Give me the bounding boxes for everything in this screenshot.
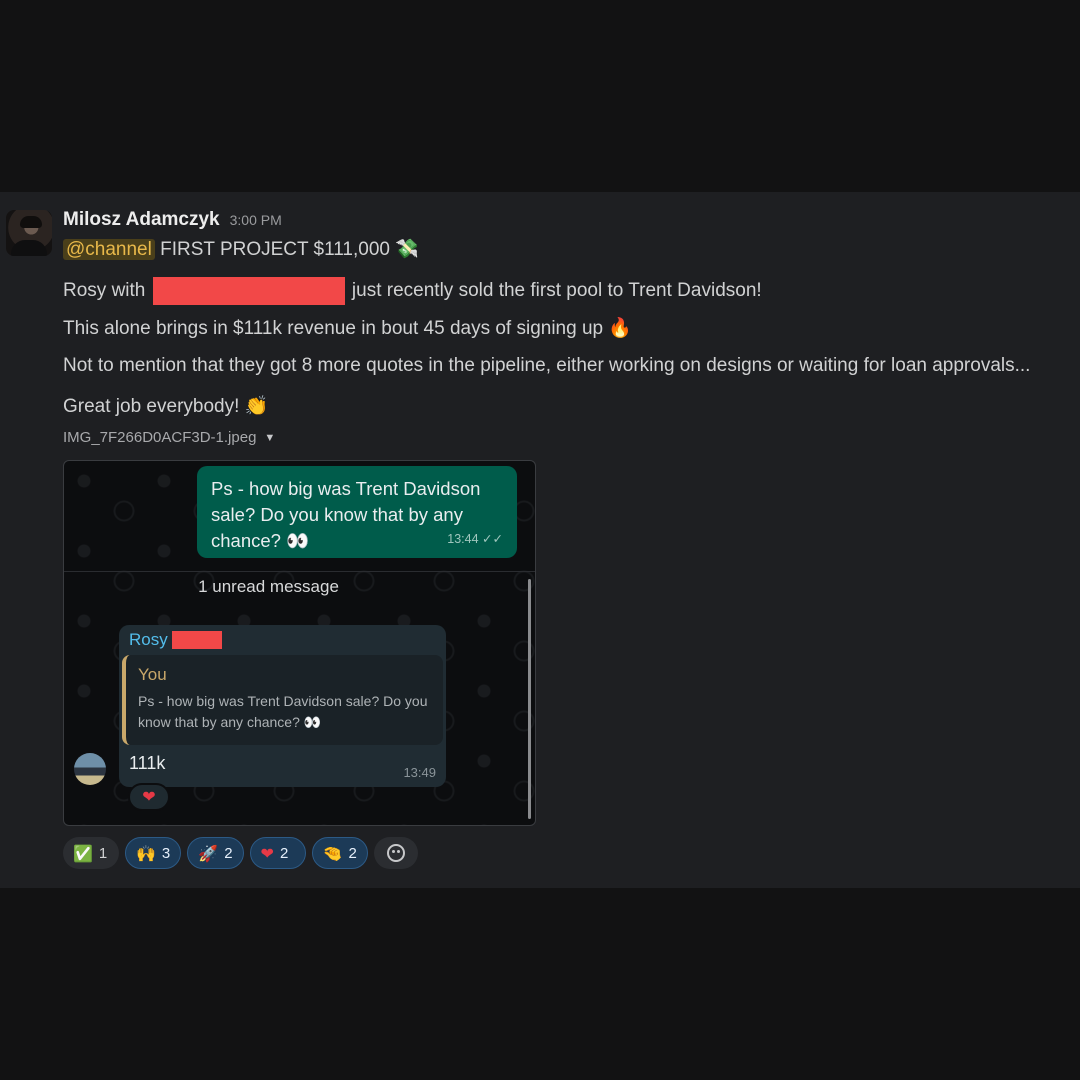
unread-banner: 1 unread message: [198, 577, 339, 596]
reaction-check[interactable]: ✅ 1: [63, 837, 119, 869]
message-line-4: Not to mention that they got 8 more quot…: [63, 355, 1030, 377]
chevron-down-icon[interactable]: ▼: [264, 432, 275, 444]
outgoing-time-text: 13:44: [447, 532, 479, 546]
add-reaction-button[interactable]: [373, 837, 418, 869]
reaction-count: 1: [98, 844, 108, 862]
reply-time: 13:49: [403, 765, 436, 780]
chat-divider: [64, 571, 535, 572]
redaction-bar: [152, 277, 345, 305]
incoming-chat-bubble: Rosy You Ps - how big was Trent Davidson…: [119, 625, 446, 787]
rocket-icon: 🚀: [198, 843, 219, 863]
attachment-filename[interactable]: IMG_7F266D0ACF3D-1.jpeg: [63, 429, 256, 446]
channel-mention[interactable]: @channel: [63, 239, 155, 260]
line5-text: Great job everybody!: [63, 396, 240, 417]
bottom-letterbox: [0, 888, 1080, 1080]
heart-icon: ❤: [260, 843, 274, 863]
sender-name: Rosy: [129, 630, 222, 650]
reaction-count: 3: [161, 844, 171, 862]
message-timestamp[interactable]: 3:00 PM: [230, 212, 282, 228]
quoted-message-box: You Ps - how big was Trent Davidson sale…: [122, 655, 443, 745]
author-avatar[interactable]: [6, 210, 52, 256]
clap-emoji: 👏: [244, 395, 269, 417]
fire-emoji: 🔥: [608, 317, 633, 339]
check-mark-icon: ✅: [73, 843, 93, 863]
quoted-author: You: [138, 665, 167, 684]
headline-text: FIRST PROJECT $111,000: [160, 239, 390, 260]
line2-before-text: Rosy with: [63, 280, 146, 302]
attachment-header[interactable]: IMG_7F266D0ACF3D-1.jpeg ▼: [63, 429, 275, 446]
reply-text: 111k: [129, 753, 166, 773]
reaction-heart[interactable]: ❤ 2: [249, 837, 306, 869]
message-headline: @channel FIRST PROJECT $111,000 💸: [63, 237, 419, 261]
outgoing-chat-bubble: Ps - how big was Trent Davidson sale? Do…: [197, 466, 517, 558]
quoted-text: Ps - how big was Trent Davidson sale? Do…: [138, 693, 428, 730]
avatar-hair: [20, 216, 42, 228]
top-letterbox: [0, 0, 1080, 192]
money-wings-emoji: 💸: [395, 238, 419, 260]
line4-text: Not to mention that they got 8 more quot…: [63, 355, 1031, 376]
line2-after-text: just recently sold the first pool to Tre…: [351, 280, 762, 302]
pinching-hand-icon: 🤏: [322, 843, 343, 863]
outgoing-message-time: 13:44 ✓✓: [447, 526, 503, 552]
reaction-count: 2: [279, 844, 289, 862]
reaction-count: 2: [224, 844, 233, 862]
line3-text: This alone brings in $111k revenue in bo…: [63, 318, 604, 339]
contact-avatar: [74, 753, 106, 785]
message-line-3: This alone brings in $111k revenue in bo…: [63, 316, 632, 340]
add-emoji-icon: [386, 844, 405, 862]
avatar-body: [11, 240, 47, 256]
author-name[interactable]: Milosz Adamczyk: [63, 209, 220, 231]
sender-name-text: Rosy: [129, 630, 168, 649]
reaction-count: 2: [348, 844, 357, 862]
reaction-raised-hands[interactable]: 🙌 3: [125, 837, 182, 869]
message-line-2: Rosy with just recently sold the first p…: [63, 277, 762, 305]
raised-hands-icon: 🙌: [136, 843, 156, 863]
reaction-rocket[interactable]: 🚀 2: [187, 837, 244, 869]
attached-image[interactable]: Ps - how big was Trent Davidson sale? Do…: [63, 460, 536, 826]
heart-reaction-icon: ❤: [128, 783, 170, 811]
sender-redaction-bar: [171, 631, 222, 649]
message-header: Milosz Adamczyk 3:00 PM: [63, 209, 282, 231]
quoted-message: You Ps - how big was Trent Davidson sale…: [119, 655, 446, 745]
outgoing-message-text: Ps - how big was Trent Davidson sale? Do…: [211, 478, 481, 551]
slack-message: Milosz Adamczyk 3:00 PM @channel FIRST P…: [0, 192, 1080, 888]
double-check-icon: ✓✓: [482, 532, 503, 546]
chat-scrollbar: [528, 579, 531, 819]
message-line-5: Great job everybody! 👏: [63, 394, 268, 418]
reaction-bar: ✅ 1 🙌 3 🚀 2 ❤ 2 🤏 2: [63, 837, 418, 869]
reaction-pinch[interactable]: 🤏 2: [311, 837, 368, 869]
